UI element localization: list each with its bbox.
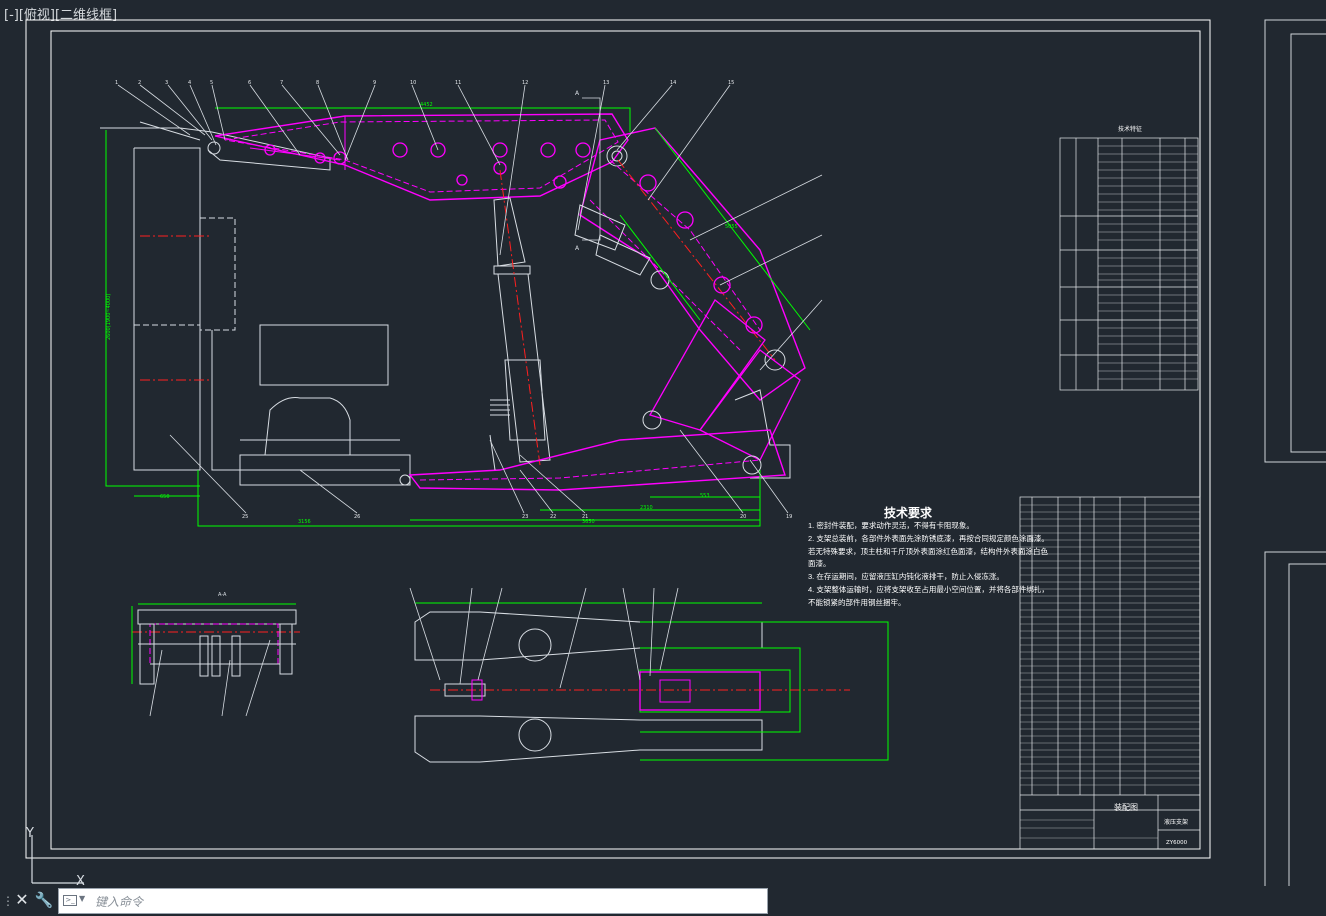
svg-text:3: 3	[165, 80, 168, 86]
balloon-labels-bottom: 25 26 23 22 21 20 19	[242, 514, 792, 520]
title-block-drawing-name: 液压支架	[1164, 818, 1188, 826]
title-block-name: 装配图	[1114, 802, 1138, 812]
svg-text:8: 8	[316, 80, 319, 86]
close-command-line-button[interactable]: ✕	[12, 888, 32, 912]
technical-note-line: 面漆。	[808, 559, 831, 569]
svg-text:19: 19	[786, 514, 792, 520]
svg-text:10: 10	[410, 80, 416, 86]
main-assembly-view: 4452650 3156 3650 2310553 5055 2600(1900~…	[100, 84, 823, 527]
svg-text:15: 15	[728, 80, 734, 86]
svg-text:2600(1900~4000): 2600(1900~4000)	[106, 294, 112, 340]
technical-table	[1059, 137, 1199, 391]
command-line-box[interactable]: >_ ▼	[58, 888, 768, 914]
command-line-bar: ⋮ ✕ 🔧 >_ ▼	[0, 886, 770, 916]
technical-table-rows	[1098, 145, 1198, 380]
svg-text:5055: 5055	[725, 224, 738, 230]
customize-wrench-icon[interactable]: 🔧	[34, 888, 54, 912]
top-plan-view	[409, 587, 889, 763]
technical-note-line: 2. 支架总装前，各部件外表面先涂防锈底漆，再按合同规定颜色涂面漆。	[808, 533, 1049, 543]
balloon-labels-top: 1 2 3 4 5 6 7 8 9 10 11 12 13 14 15	[115, 80, 734, 86]
ucs-y-label: Y	[25, 826, 34, 841]
technical-note-line: 1. 密封件装配，要求动作灵活，不得有卡阻现象。	[808, 521, 974, 530]
recent-commands-dropdown-icon[interactable]: ▼	[79, 894, 85, 903]
svg-text:650: 650	[160, 494, 170, 500]
svg-text:553: 553	[700, 493, 710, 499]
svg-text:1: 1	[115, 80, 118, 86]
technical-note-line: 不能锁紧的部件用钢丝捆牢。	[808, 597, 906, 607]
technical-notes-title: 技术要求	[884, 506, 933, 520]
ucs-x-label: X	[76, 874, 85, 885]
neighbour-sheet-1	[1264, 19, 1326, 463]
technical-note-line: 3. 在存运期间，应留液压缸内钝化液排干，防止入侵冻涨。	[808, 572, 1004, 582]
svg-text:13: 13	[603, 80, 609, 86]
svg-text:9: 9	[373, 80, 376, 86]
svg-text:23: 23	[522, 514, 528, 520]
svg-text:A: A	[575, 90, 580, 97]
svg-text:2: 2	[138, 80, 141, 86]
grip-handle-icon[interactable]: ⋮	[2, 890, 14, 912]
svg-text:3156: 3156	[298, 519, 311, 525]
svg-text:26: 26	[354, 514, 360, 520]
svg-text:6: 6	[248, 80, 251, 86]
svg-text:12: 12	[522, 80, 528, 86]
drawing-canvas[interactable]: 4452650 3156 3650 2310553 5055 2600(1900~…	[0, 0, 1326, 886]
svg-text:A-A: A-A	[218, 592, 227, 598]
command-input[interactable]	[93, 891, 765, 913]
svg-text:5: 5	[210, 80, 213, 86]
svg-text:2310: 2310	[640, 505, 653, 511]
ucs-icon: Y X	[25, 826, 85, 885]
technical-note-line: 4. 支架整体运输时，应将支架收至占用最小空间位置，并将各部件绑扎，	[808, 584, 1049, 594]
svg-text:4452: 4452	[420, 102, 433, 108]
technical-notes: 1. 密封件装配，要求动作灵活，不得有卡阻现象。 2. 支架总装前，各部件外表面…	[808, 520, 1049, 610]
svg-text:22: 22	[550, 514, 556, 520]
svg-text:4: 4	[188, 80, 191, 86]
svg-text:25: 25	[242, 514, 248, 520]
svg-text:20: 20	[740, 514, 746, 520]
svg-text:7: 7	[280, 80, 283, 86]
svg-text:14: 14	[670, 80, 676, 86]
command-prompt-icon[interactable]: >_	[63, 895, 77, 906]
neighbour-sheet-2	[1264, 551, 1326, 886]
technical-table-title: 技术特征	[1118, 125, 1142, 133]
neighbour-sheet-2-inner	[1288, 563, 1326, 886]
title-block-code: ZY6000	[1166, 840, 1188, 846]
technical-note-line: 若无特殊要求，顶主柱和千斤顶外表面涂红色面漆，结构件外表面涂白色	[808, 546, 1048, 556]
section-aa-view: A-A	[131, 592, 300, 717]
svg-text:11: 11	[455, 80, 461, 86]
neighbour-sheet-1-inner	[1290, 33, 1326, 453]
svg-text:21: 21	[582, 514, 588, 520]
svg-text:A: A	[575, 245, 580, 252]
